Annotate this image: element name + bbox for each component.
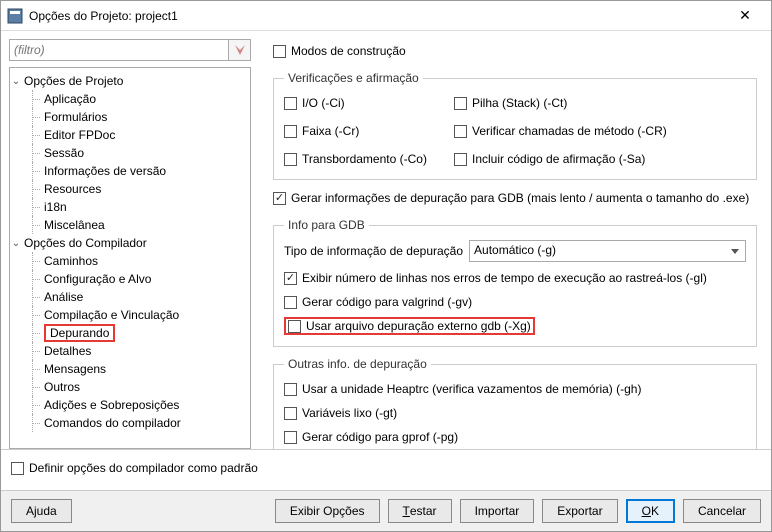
other-debug-check[interactable]: Usar a unidade Heaptrc (verifica vazamen… — [284, 379, 746, 399]
tree-item[interactable]: Mensagens — [10, 360, 250, 378]
button-bar: Ajuda Exibir Opções Testar Importar Expo… — [1, 490, 771, 531]
tree-item[interactable]: Formulários — [10, 108, 250, 126]
tree-item[interactable]: Comandos do compilador — [10, 414, 250, 432]
tree-group-header[interactable]: ⌄Opções do Compilador — [10, 234, 250, 252]
tree-item[interactable]: Outros — [10, 378, 250, 396]
tree-item[interactable]: Análise — [10, 288, 250, 306]
test-button[interactable]: Testar — [388, 499, 452, 523]
verification-check[interactable]: Pilha (Stack) (-Ct) — [454, 93, 746, 113]
chevron-down-icon: ⌄ — [10, 238, 22, 249]
gdb-info-legend: Info para GDB — [284, 218, 369, 232]
titlebar: Opções do Projeto: project1 ✕ — [1, 1, 771, 31]
other-debug-check[interactable]: Gerar código para gprof (-pg) — [284, 427, 746, 447]
debug-type-label: Tipo de informação de depuração — [284, 244, 463, 258]
verification-check[interactable]: Transbordamento (-Co) — [284, 149, 454, 169]
tree-item[interactable]: Sessão — [10, 144, 250, 162]
tree-item[interactable]: Detalhes — [10, 342, 250, 360]
verification-check[interactable]: I/O (-Ci) — [284, 93, 454, 113]
sidebar: ⌄Opções de ProjetoAplicaçãoFormuláriosEd… — [1, 31, 259, 449]
app-icon — [7, 8, 23, 24]
tree-item[interactable]: Compilação e Vinculação — [10, 306, 250, 324]
gdb-option-check[interactable]: Usar arquivo depuração externo gdb (-Xg) — [284, 316, 746, 336]
debug-type-dropdown[interactable]: Automático (-g) — [469, 240, 746, 262]
ok-button[interactable]: OK — [626, 499, 675, 523]
other-debug-legend: Outras info. de depuração — [284, 357, 431, 371]
window-title: Opções do Projeto: project1 — [29, 9, 725, 23]
tree-item[interactable]: i18n — [10, 198, 250, 216]
export-button[interactable]: Exportar — [542, 499, 617, 523]
tree-item[interactable]: Miscelânea — [10, 216, 250, 234]
filter-input[interactable] — [9, 39, 229, 61]
tree-item[interactable]: Adições e Sobreposições — [10, 396, 250, 414]
tree-item[interactable]: Informações de versão — [10, 162, 250, 180]
bottom-options-row: Definir opções do compilador como padrão — [1, 449, 771, 490]
other-debug-check[interactable]: Variáveis lixo (-gt) — [284, 403, 746, 423]
tree-item[interactable]: Configuração e Alvo — [10, 270, 250, 288]
tree-item[interactable]: Resources — [10, 180, 250, 198]
tree-item[interactable]: Aplicação — [10, 90, 250, 108]
build-modes-check[interactable]: Modos de construção — [273, 41, 757, 61]
tree-item[interactable]: Depurando — [10, 324, 250, 342]
set-default-check[interactable]: Definir opções do compilador como padrão — [11, 458, 258, 478]
tree-item[interactable]: Editor FPDoc — [10, 126, 250, 144]
verifications-legend: Verificações e afirmação — [284, 71, 423, 85]
gdb-generate-check[interactable]: Gerar informações de depuração para GDB … — [273, 188, 757, 208]
gdb-option-check[interactable]: Gerar código para valgrind (-gv) — [284, 292, 746, 312]
close-button[interactable]: ✕ — [725, 2, 765, 30]
tree-item[interactable]: Caminhos — [10, 252, 250, 270]
cancel-button[interactable]: Cancelar — [683, 499, 761, 523]
chevron-down-icon: ⌄ — [10, 76, 22, 87]
content-panel: Modos de construção Verificações e afirm… — [259, 31, 771, 449]
filter-clear-button[interactable] — [229, 39, 251, 61]
show-options-button[interactable]: Exibir Opções — [275, 499, 380, 523]
verification-check[interactable]: Faixa (-Cr) — [284, 121, 454, 141]
tree-group-header[interactable]: ⌄Opções de Projeto — [10, 72, 250, 90]
verifications-group: Verificações e afirmação I/O (-Ci)Pilha … — [273, 71, 757, 180]
gdb-option-check[interactable]: Exibir número de linhas nos erros de tem… — [284, 268, 746, 288]
verification-check[interactable]: Incluir código de afirmação (-Sa) — [454, 149, 746, 169]
other-debug-group: Outras info. de depuração Usar a unidade… — [273, 357, 757, 449]
gdb-info-group: Info para GDB Tipo de informação de depu… — [273, 218, 757, 347]
help-button[interactable]: Ajuda — [11, 499, 72, 523]
options-tree[interactable]: ⌄Opções de ProjetoAplicaçãoFormuláriosEd… — [9, 67, 251, 449]
import-button[interactable]: Importar — [460, 499, 535, 523]
verification-check[interactable]: Verificar chamadas de método (-CR) — [454, 121, 746, 141]
